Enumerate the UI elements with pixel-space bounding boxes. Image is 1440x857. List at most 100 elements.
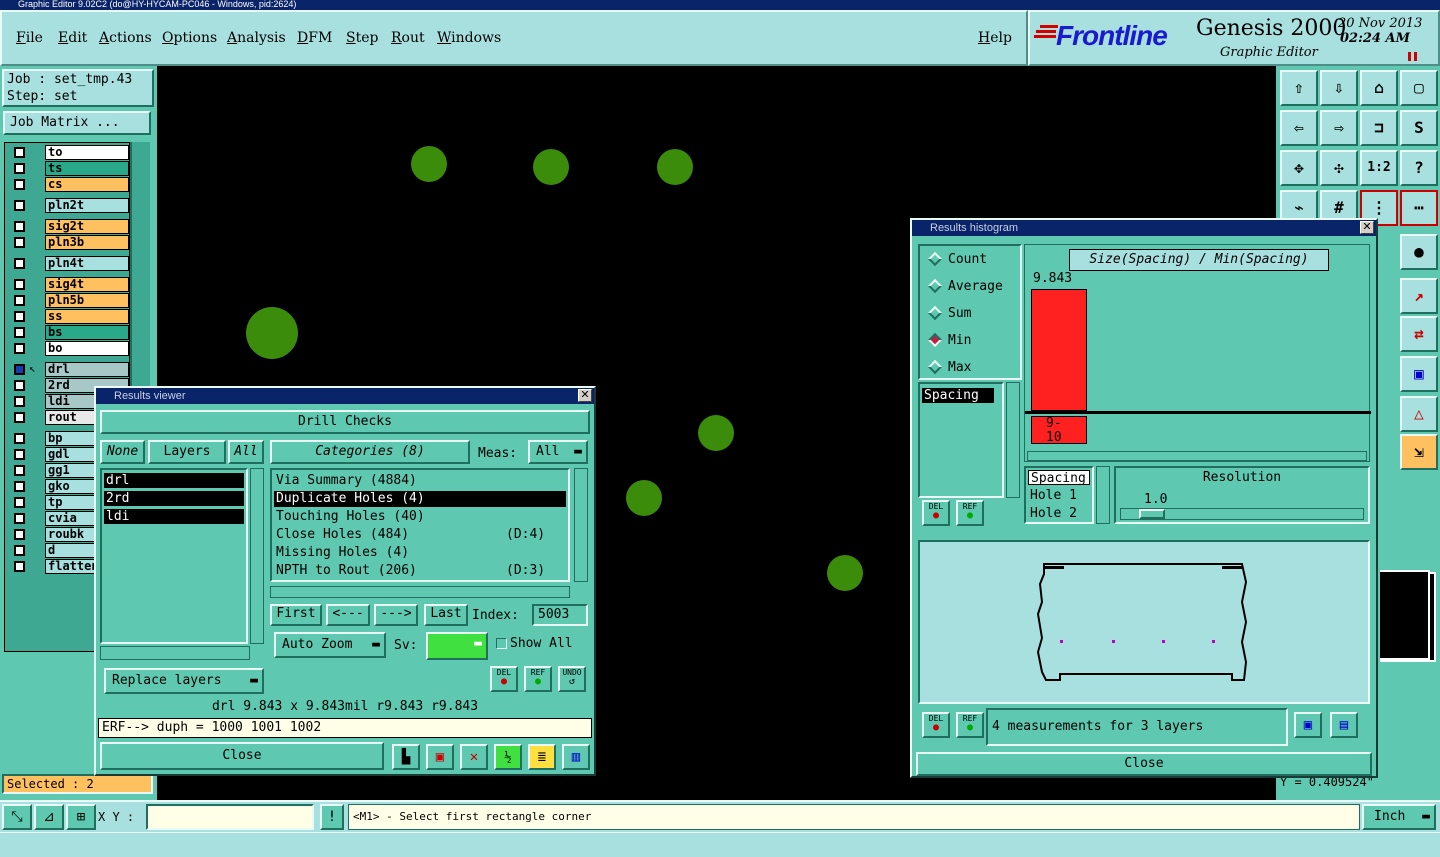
layer-row-pln5b[interactable]: pln5b (11, 293, 129, 308)
layer-checkbox[interactable] (14, 327, 25, 338)
auto-zoom-select[interactable]: Auto Zoom ▬ (274, 632, 386, 658)
pad-icon[interactable]: ● (1400, 234, 1438, 270)
layer-checkbox[interactable] (14, 449, 25, 460)
categories-list[interactable]: Via Summary (4884) Duplicate Holes (4) Tou… (270, 468, 570, 582)
measure-list-item[interactable]: Spacing (1028, 470, 1090, 486)
layer-checkbox[interactable] (14, 380, 25, 391)
show-all-checkbox[interactable] (496, 638, 507, 649)
layer-checkbox[interactable] (14, 412, 25, 423)
menu-options[interactable]: Options (162, 30, 217, 46)
stat-radio-max[interactable]: Max (926, 358, 1016, 378)
ref-button[interactable]: REF ● (956, 712, 984, 738)
zoom-home-icon[interactable]: ⇧ (1280, 70, 1318, 106)
category-item[interactable]: Missing Holes (4) (274, 545, 566, 561)
layer-row-cs[interactable]: cs (11, 177, 129, 192)
layer-row-to[interactable]: to (11, 145, 129, 160)
layer-checkbox[interactable] (14, 343, 25, 354)
window-icon[interactable]: ▢ (1400, 70, 1438, 106)
layer-checkbox[interactable] (14, 295, 25, 306)
xy-input[interactable] (146, 804, 314, 830)
scale-results-icon[interactable]: ½ (494, 744, 522, 770)
home-icon[interactable]: ⌂ (1360, 70, 1398, 106)
ref-button[interactable]: REF ● (524, 666, 552, 692)
alert-icon[interactable]: ! (320, 804, 344, 830)
stat-radio-sum[interactable]: Sum (926, 304, 1016, 324)
histogram-bar[interactable] (1031, 289, 1087, 411)
layer-checkbox[interactable] (14, 200, 25, 211)
report-icon[interactable]: ▙ (392, 744, 420, 770)
layer-list-item[interactable]: ldi (104, 509, 244, 524)
layer-row-pln3b[interactable]: pln3b (11, 235, 129, 250)
route-icon[interactable]: S (1400, 110, 1438, 146)
del-button[interactable]: DEL ● (922, 712, 950, 738)
layer-checkbox[interactable] (14, 179, 25, 190)
layer-checkbox[interactable] (14, 513, 25, 524)
measure-list[interactable]: Spacing Hole 1 Hole 2 (1024, 466, 1094, 524)
meas-select[interactable]: All ▬ (528, 440, 588, 464)
layer-checkbox[interactable] (14, 258, 25, 269)
menu-windows[interactable]: Windows (437, 30, 501, 46)
category-item[interactable]: Duplicate Holes (4) (274, 491, 566, 507)
layer-list-item[interactable]: 2rd (104, 491, 244, 506)
prev-button[interactable]: <--- (326, 604, 370, 626)
arc-icon[interactable]: △ (1400, 396, 1438, 432)
snap-icon[interactable]: ⊐ (1360, 110, 1398, 146)
last-button[interactable]: Last (424, 604, 468, 626)
category-item[interactable]: Close Holes (484) (D:4) (274, 527, 566, 543)
layer-row-pln2t[interactable]: pln2t (11, 198, 129, 213)
categories-scrollbar[interactable] (574, 468, 588, 582)
notes-icon[interactable]: ≣ (528, 744, 556, 770)
menu-file[interactable]: File (16, 30, 43, 46)
stat-radio-average[interactable]: Average (926, 277, 1016, 297)
category-item[interactable]: Via Summary (4884) (274, 473, 566, 489)
layers-list[interactable]: drl 2rd ldi (100, 468, 248, 644)
net-icon[interactable]: ⋯ (1400, 190, 1438, 226)
layer-row-bs[interactable]: bs (11, 325, 129, 340)
first-button[interactable]: First (270, 604, 322, 626)
stat-radio-count[interactable]: Count (926, 250, 1016, 270)
stat-radio-min[interactable]: Min (926, 331, 1016, 351)
menu-edit[interactable]: Edit (58, 30, 87, 46)
menu-rout[interactable]: Rout (391, 30, 425, 46)
layer-row-drl[interactable]: drl ↖ (11, 362, 129, 377)
menu-step[interactable]: Step (346, 30, 378, 46)
spacing-list[interactable]: Spacing (918, 382, 1004, 498)
pan-left-icon[interactable]: ⇦ (1280, 110, 1318, 146)
layer-checkbox[interactable] (14, 311, 25, 322)
layer-checkbox[interactable] (14, 481, 25, 492)
scale-icon[interactable]: 1:2 (1360, 150, 1398, 186)
layer-row-sig4t[interactable]: sig4t (11, 277, 129, 292)
layer-checkbox[interactable] (14, 147, 25, 158)
menu-dfm[interactable]: DFM (297, 30, 332, 46)
export-hist-icon[interactable]: ▣ (1294, 712, 1322, 738)
layer-checkbox[interactable] (14, 433, 25, 444)
spacing-scrollbar[interactable] (1006, 382, 1020, 498)
fit-icon[interactable]: ✥ (1280, 150, 1318, 186)
del-button[interactable]: DEL ● (922, 500, 950, 526)
center-icon[interactable]: ✣ (1320, 150, 1358, 186)
measure-list-item[interactable]: Hole 1 (1030, 488, 1077, 503)
close-button[interactable]: Close (100, 742, 384, 770)
categories-button[interactable]: Categories (8) (270, 440, 470, 464)
del-button[interactable]: DEL ● (490, 666, 518, 692)
layer-checkbox[interactable] (14, 497, 25, 508)
zoom-in-icon[interactable]: ⇩ (1320, 70, 1358, 106)
histogram-icon[interactable]: ▥ (562, 744, 590, 770)
job-matrix-button[interactable]: Job Matrix ... (3, 111, 151, 135)
layer-list-item[interactable]: drl (104, 473, 244, 488)
measure-list-item[interactable]: Hole 2 (1030, 506, 1077, 521)
drill-checks-header[interactable]: Drill Checks (100, 410, 590, 434)
menu-actions[interactable]: Actions (99, 30, 152, 46)
menu-help[interactable]: Help (978, 30, 1012, 46)
shape-icon[interactable]: ▣ (1400, 356, 1438, 392)
layer-checkbox[interactable] (14, 237, 25, 248)
close-icon[interactable]: ✕ (578, 389, 592, 402)
all-button[interactable]: All (228, 440, 264, 464)
layers-hscrollbar[interactable] (100, 646, 250, 660)
measure-scrollbar[interactable] (1096, 466, 1110, 524)
layer-checkbox[interactable] (14, 279, 25, 290)
layer-checkbox[interactable] (14, 561, 25, 572)
grid-snap-icon[interactable]: ⊞ (66, 804, 96, 830)
layer-checkbox[interactable] (14, 364, 25, 375)
categories-hscrollbar[interactable] (270, 586, 570, 598)
